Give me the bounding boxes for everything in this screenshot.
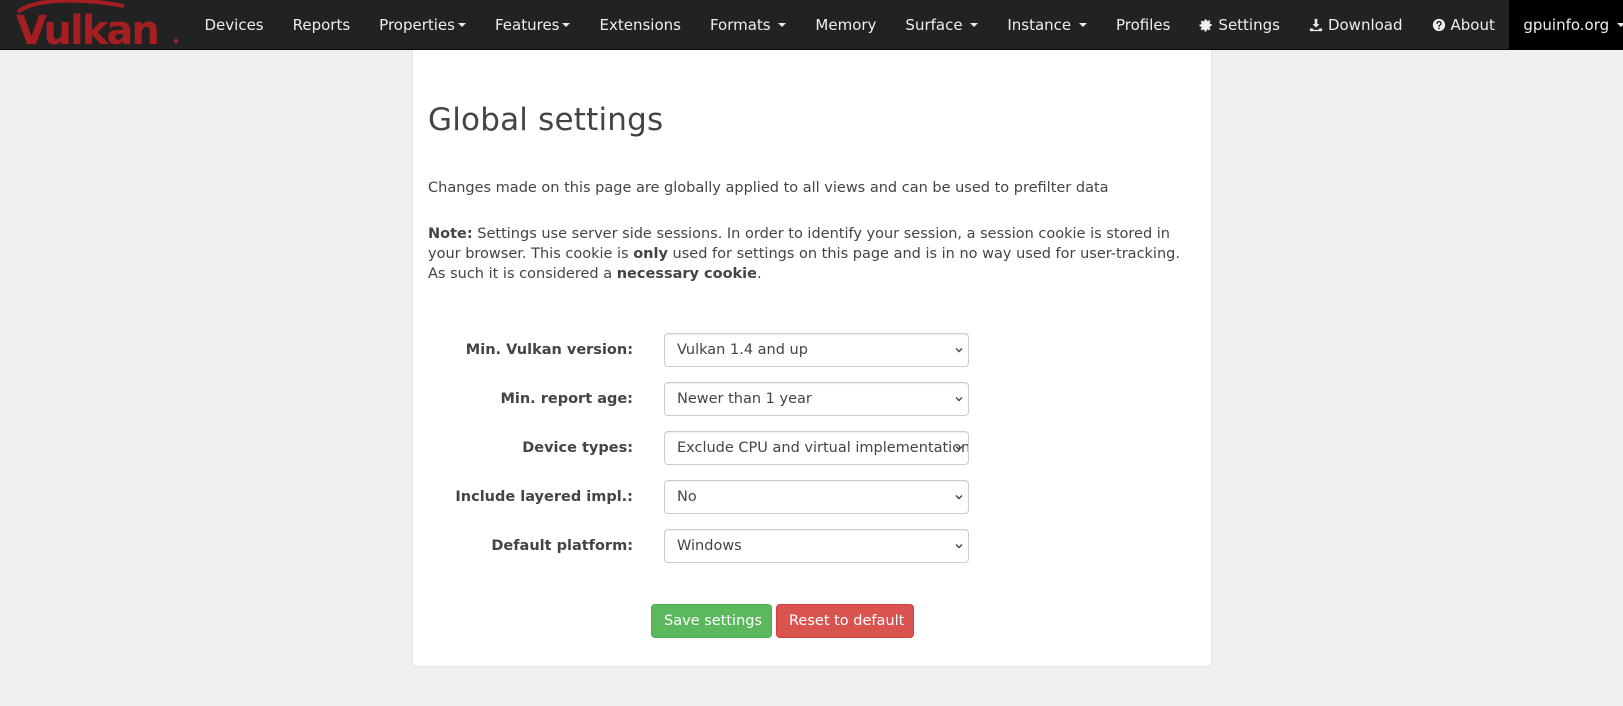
default-platform-value: Windows (677, 538, 742, 554)
nav-surface-label: Surface (905, 15, 963, 34)
device-types-select[interactable]: Exclude CPU and virtual implementations (664, 431, 969, 465)
nav-properties-label: Properties (379, 15, 455, 34)
nav-profiles-label: Profiles (1115, 15, 1171, 34)
intro-text: Changes made on this page are globally a… (428, 180, 1109, 196)
form-row-device-types: Device types: Exclude CPU and virtual im… (428, 431, 1198, 465)
nav-devices[interactable]: Devices (190, 0, 278, 50)
caret-down-icon (778, 22, 787, 27)
note-label: Note: (428, 226, 473, 242)
nav-instance-dropdown[interactable]: Instance (993, 0, 1102, 50)
nav-features-dropdown[interactable]: Features (480, 0, 585, 50)
form-row-default-platform: Default platform: Windows (428, 529, 1198, 563)
nav-properties-dropdown[interactable]: Properties (365, 0, 481, 50)
reset-to-default-button[interactable]: Reset to default (776, 604, 914, 638)
nav-formats-dropdown[interactable]: Formats (695, 0, 800, 50)
chevron-down-icon (955, 446, 963, 451)
nav-extensions[interactable]: Extensions (585, 0, 695, 50)
nav-site-link[interactable]: gpuinfo.org (1509, 0, 1623, 50)
note-text-3: . (756, 266, 762, 282)
gear-icon (1199, 18, 1213, 31)
report-age-label: Min. report age: (500, 391, 633, 407)
nav-site-label: gpuinfo.org (1523, 15, 1610, 34)
nav-about-label: About (1450, 15, 1495, 34)
nav-devices-label: Devices (204, 15, 264, 34)
nav-surface-dropdown[interactable]: Surface (891, 0, 993, 50)
nav-reports[interactable]: Reports (278, 0, 365, 50)
nav-instance-label: Instance (1007, 15, 1072, 34)
default-platform-label: Default platform: (491, 538, 633, 554)
nav-features-label: Features (494, 15, 560, 34)
caret-down-icon (1078, 22, 1087, 27)
vulkan-version-select[interactable]: Vulkan 1.4 and up (664, 333, 969, 367)
note-bold-necessary-cookie: necessary cookie (616, 266, 757, 282)
report-age-select[interactable]: Newer than 1 year (664, 382, 969, 416)
form-row-layered-impl: Include layered impl.: No (428, 480, 1198, 514)
cookie-note: Note: Settings use server side sessions.… (428, 224, 1198, 284)
nav-download-label: Download (1327, 15, 1403, 34)
vulkan-version-label: Min. Vulkan version: (465, 342, 633, 358)
nav-settings[interactable]: Settings (1185, 0, 1295, 50)
report-age-value: Newer than 1 year (677, 391, 812, 407)
nav-formats-label: Formats (709, 15, 771, 34)
page-title: Global settings (428, 102, 664, 138)
save-settings-button[interactable]: Save settings (651, 604, 772, 638)
nav-about[interactable]: About (1417, 0, 1509, 50)
question-circle-icon (1432, 18, 1445, 31)
download-icon (1309, 18, 1323, 31)
default-platform-select[interactable]: Windows (664, 529, 969, 563)
form-row-report-age: Min. report age: Newer than 1 year (428, 382, 1198, 416)
layered-impl-label: Include layered impl.: (455, 489, 633, 505)
nav-extensions-label: Extensions (599, 15, 681, 34)
settings-panel: Global settings Changes made on this pag… (412, 50, 1212, 667)
device-types-value: Exclude CPU and virtual implementations (677, 440, 969, 456)
nav-profiles[interactable]: Profiles (1101, 0, 1184, 50)
caret-down-icon (970, 22, 979, 27)
caret-down-icon (1616, 22, 1623, 27)
nav-memory-label: Memory (815, 15, 877, 34)
top-navbar: Vulkan Devices Reports Properties Featur… (0, 0, 1623, 50)
chevron-down-icon (955, 495, 963, 500)
note-bold-only: only (633, 246, 668, 262)
chevron-down-icon (955, 348, 963, 353)
caret-down-icon (457, 22, 466, 27)
vulkan-version-value: Vulkan 1.4 and up (677, 342, 808, 358)
nav-reports-label: Reports (292, 15, 351, 34)
nav-download[interactable]: Download (1294, 0, 1417, 50)
caret-down-icon (562, 22, 571, 27)
nav-memory[interactable]: Memory (801, 0, 891, 50)
vulkan-logo-icon: Vulkan (16, 0, 179, 50)
layered-impl-value: No (677, 489, 697, 505)
nav-items: Devices Reports Properties Features Exte… (190, 0, 1509, 50)
svg-text:Vulkan: Vulkan (16, 8, 158, 50)
chevron-down-icon (955, 544, 963, 549)
vulkan-logo[interactable]: Vulkan (0, 0, 190, 50)
form-row-vulkan-version: Min. Vulkan version: Vulkan 1.4 and up (428, 333, 1198, 367)
nav-settings-label: Settings (1218, 15, 1280, 34)
chevron-down-icon (955, 397, 963, 402)
layered-impl-select[interactable]: No (664, 480, 969, 514)
device-types-label: Device types: (522, 440, 633, 456)
